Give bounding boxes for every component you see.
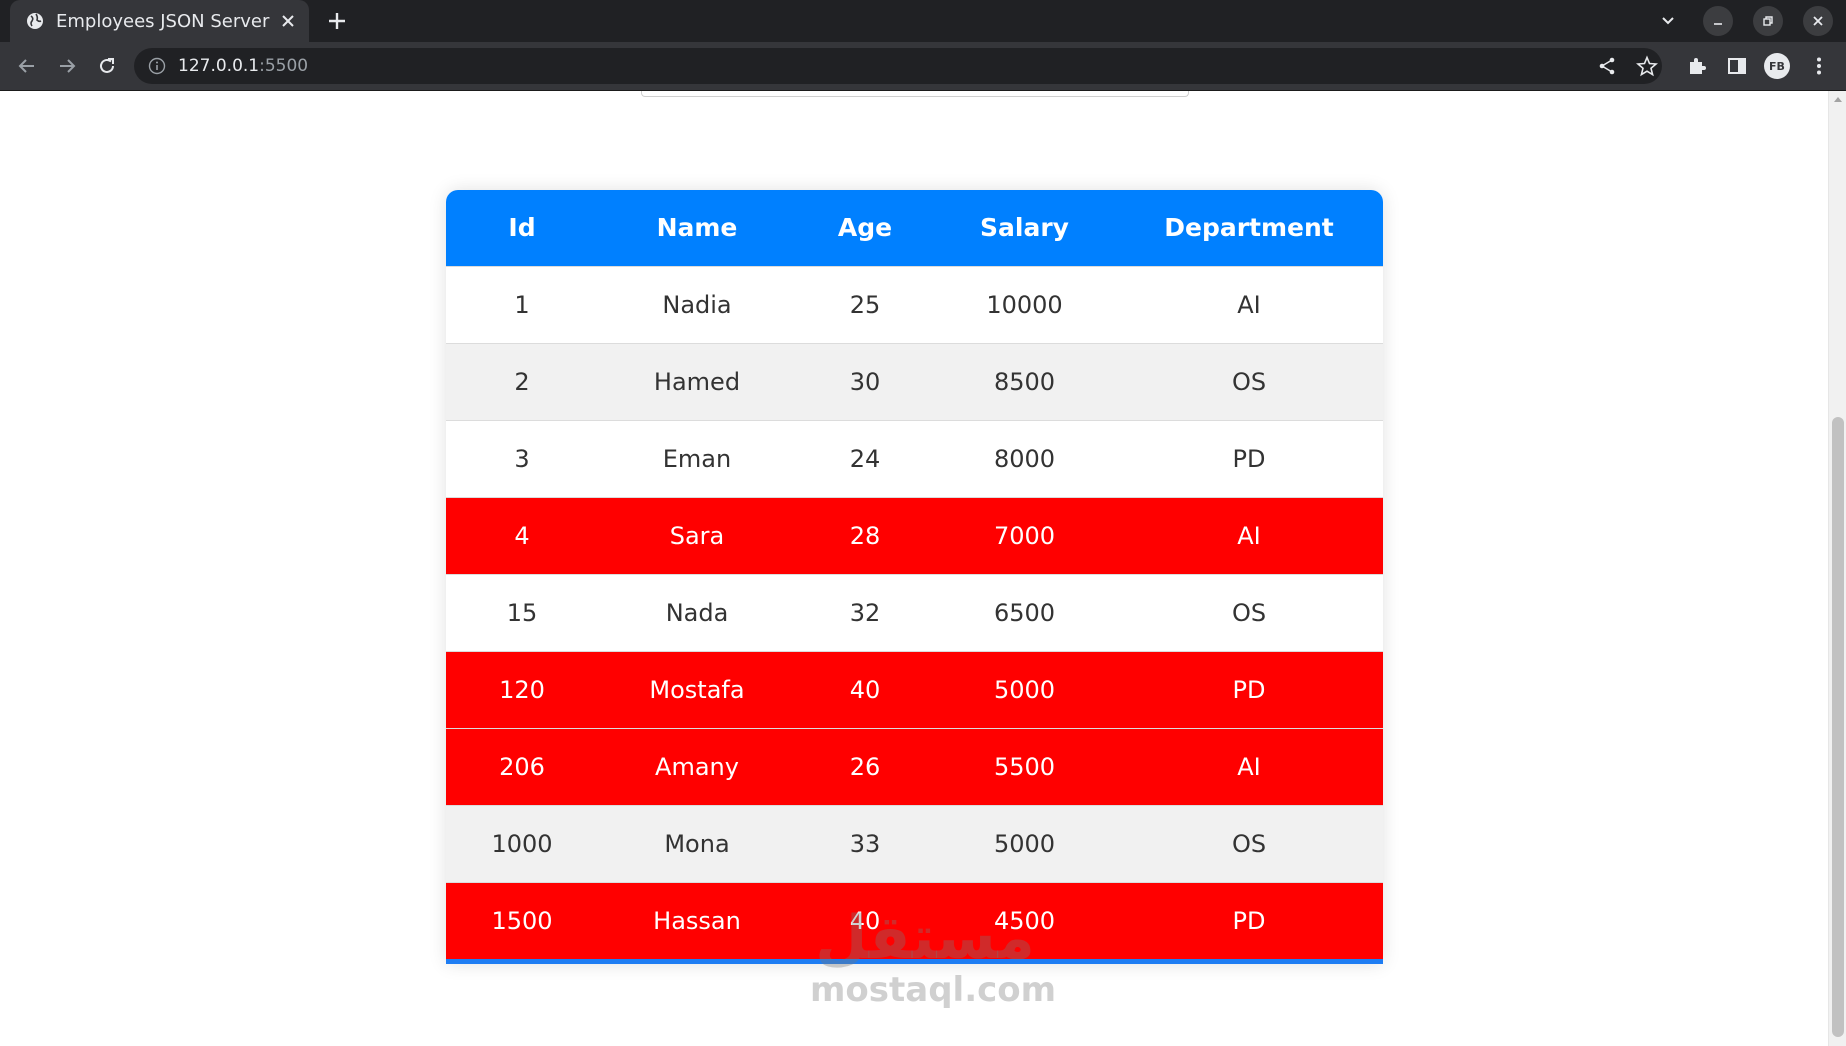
employees-table: Id Name Age Salary Department 1 Nadia 25 10… — [446, 190, 1383, 959]
reload-icon[interactable] — [96, 55, 118, 77]
cell-id: 1500 — [491, 906, 553, 935]
cell-name: Amany — [655, 752, 739, 781]
share-icon[interactable] — [1596, 55, 1618, 77]
cell-department: AI — [1237, 752, 1261, 781]
header-age: Age — [837, 213, 893, 243]
minimize-icon[interactable] — [1703, 6, 1733, 36]
watermark-latin: mostaql.com — [810, 970, 1057, 1010]
close-icon[interactable] — [279, 12, 297, 30]
browser-toolbar: 127.0.0.1:5500 FB — [0, 42, 1846, 91]
vertical-scrollbar[interactable] — [1828, 91, 1846, 1046]
kebab-menu-icon[interactable] — [1808, 55, 1830, 77]
table-header-row: Id Name Age Salary Department — [446, 190, 1383, 266]
cell-department: PD — [1232, 444, 1266, 473]
cell-age: 28 — [849, 521, 881, 550]
cell-department: PD — [1232, 675, 1266, 704]
cell-salary: 4500 — [993, 906, 1056, 935]
header-salary: Salary — [980, 213, 1069, 243]
employees-table-container: Id Name Age Salary Department 1 Nadia 25 10… — [446, 190, 1383, 964]
table-row: 2 Hamed 30 8500 OS — [446, 343, 1383, 420]
address-bar[interactable]: 127.0.0.1:5500 — [134, 48, 1662, 84]
cell-id: 1 — [514, 290, 530, 319]
info-icon[interactable] — [148, 57, 166, 75]
window-close-icon[interactable] — [1803, 6, 1833, 36]
cell-department: AI — [1237, 290, 1261, 319]
cell-department: PD — [1232, 906, 1266, 935]
cell-salary: 5000 — [993, 675, 1056, 704]
table-row: 4 Sara 28 7000 AI — [446, 497, 1383, 574]
cell-id: 4 — [514, 521, 530, 550]
cell-id: 15 — [506, 598, 538, 627]
table-row: 120 Mostafa 40 5000 PD — [446, 651, 1383, 728]
header-name: Name — [656, 213, 738, 243]
cell-name: Hamed — [653, 367, 741, 396]
globe-icon — [26, 12, 44, 30]
cell-name: Nadia — [662, 290, 732, 319]
search-input-bottom-edge[interactable] — [641, 91, 1189, 97]
star-icon[interactable] — [1636, 55, 1658, 77]
browser-tab[interactable]: Employees JSON Server — [10, 0, 309, 42]
header-department: Department — [1164, 213, 1334, 243]
cell-salary: 5000 — [993, 829, 1056, 858]
cell-department: OS — [1231, 829, 1267, 858]
header-id: Id — [508, 213, 536, 243]
table-row: 1 Nadia 25 10000 AI — [446, 266, 1383, 343]
cell-name: Mostafa — [649, 675, 745, 704]
cell-age: 33 — [849, 829, 881, 858]
back-icon[interactable] — [16, 55, 38, 77]
plus-icon[interactable] — [327, 11, 347, 31]
table-row: 1500 Hassan 40 4500 PD — [446, 882, 1383, 959]
cell-age: 40 — [849, 675, 881, 704]
cell-salary: 8000 — [993, 444, 1056, 473]
scrollbar-thumb[interactable] — [1832, 417, 1844, 1037]
cell-name: Nada — [665, 598, 729, 627]
cell-department: OS — [1231, 367, 1267, 396]
table-row: 206 Amany 26 5500 AI — [446, 728, 1383, 805]
cell-age: 24 — [849, 444, 881, 473]
page-viewport: Id Name Age Salary Department 1 Nadia 25 10… — [0, 91, 1828, 1046]
side-panel-icon[interactable] — [1726, 55, 1748, 77]
cell-id: 3 — [514, 444, 530, 473]
cell-salary: 7000 — [993, 521, 1056, 550]
cell-id: 1000 — [491, 829, 553, 858]
puzzle-icon[interactable] — [1686, 55, 1708, 77]
chevron-down-icon[interactable] — [1657, 10, 1679, 32]
cell-salary: 5500 — [993, 752, 1056, 781]
cell-salary: 8500 — [993, 367, 1056, 396]
cell-name: Sara — [669, 521, 725, 550]
forward-icon[interactable] — [56, 55, 78, 77]
table-row: 15 Nada 32 6500 OS — [446, 574, 1383, 651]
tab-title: Employees JSON Server — [56, 10, 270, 32]
cell-id: 120 — [499, 675, 545, 704]
restore-icon[interactable] — [1753, 6, 1783, 36]
profile-avatar[interactable]: FB — [1764, 53, 1790, 79]
table-row: 1000 Mona 33 5000 OS — [446, 805, 1383, 882]
url-host: 127.0.0.1 — [178, 56, 260, 76]
cell-age: 40 — [849, 906, 881, 935]
cell-salary: 10000 — [986, 290, 1063, 319]
cell-name: Hassan — [653, 906, 741, 935]
cell-id: 2 — [514, 367, 530, 396]
tab-strip: Employees JSON Server — [0, 0, 1846, 42]
cell-id: 206 — [499, 752, 545, 781]
scroll-up-arrow-icon[interactable] — [1834, 97, 1842, 102]
cell-department: OS — [1231, 598, 1267, 627]
cell-name: Eman — [662, 444, 732, 473]
cell-age: 32 — [849, 598, 881, 627]
table-row: 3 Eman 24 8000 PD — [446, 420, 1383, 497]
cell-salary: 6500 — [993, 598, 1056, 627]
cell-department: AI — [1237, 521, 1261, 550]
cell-age: 26 — [849, 752, 881, 781]
cell-age: 25 — [849, 290, 881, 319]
url-port: :5500 — [259, 56, 309, 76]
cell-age: 30 — [849, 367, 881, 396]
cell-name: Mona — [664, 829, 730, 858]
